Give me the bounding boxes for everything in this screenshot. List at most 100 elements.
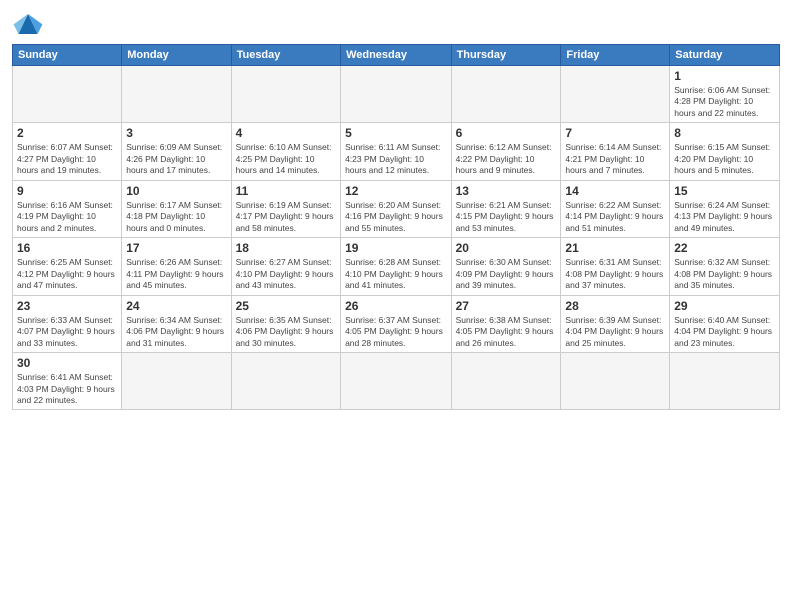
- day-info: Sunrise: 6:30 AM Sunset: 4:09 PM Dayligh…: [456, 257, 557, 291]
- calendar-cell: 13 Sunrise: 6:21 AM Sunset: 4:15 PM Dayli…: [451, 180, 561, 237]
- calendar-cell: 25Sunrise: 6:35 AM Sunset: 4:06 PM Dayli…: [231, 295, 340, 352]
- calendar-cell: 7 Sunrise: 6:14 AM Sunset: 4:21 PM Daylig…: [561, 123, 670, 180]
- calendar-cell: 30 Sunrise: 6:41 AM Sunset: 4:03 PM Dayli…: [13, 353, 122, 410]
- day-number: 1: [674, 69, 775, 83]
- calendar-col-header: Saturday: [670, 45, 780, 66]
- day-number: 20: [456, 241, 557, 255]
- calendar-col-header: Friday: [561, 45, 670, 66]
- day-number: 22: [674, 241, 775, 255]
- day-number: 6: [456, 126, 557, 140]
- calendar-cell: [561, 353, 670, 410]
- calendar-cell: 8 Sunrise: 6:15 AM Sunset: 4:20 PM Daylig…: [670, 123, 780, 180]
- day-number: 4: [236, 126, 336, 140]
- calendar-week-row: 30 Sunrise: 6:41 AM Sunset: 4:03 PM Dayli…: [13, 353, 780, 410]
- calendar-cell: 29 Sunrise: 6:40 AM Sunset: 4:04 PM Dayli…: [670, 295, 780, 352]
- calendar-cell: 11Sunrise: 6:19 AM Sunset: 4:17 PM Dayli…: [231, 180, 340, 237]
- calendar-cell: 14 Sunrise: 6:22 AM Sunset: 4:14 PM Dayli…: [561, 180, 670, 237]
- day-info: Sunrise: 6:37 AM Sunset: 4:05 PM Dayligh…: [345, 315, 447, 349]
- day-info: Sunrise: 6:06 AM Sunset: 4:28 PM Dayligh…: [674, 85, 775, 119]
- day-number: 7: [565, 126, 665, 140]
- day-number: 10: [126, 184, 226, 198]
- day-info: Sunrise: 6:26 AM Sunset: 4:11 PM Dayligh…: [126, 257, 226, 291]
- day-number: 23: [17, 299, 117, 313]
- calendar-cell: 26Sunrise: 6:37 AM Sunset: 4:05 PM Dayli…: [341, 295, 452, 352]
- calendar-cell: [231, 353, 340, 410]
- calendar-cell: 23 Sunrise: 6:33 AM Sunset: 4:07 PM Dayli…: [13, 295, 122, 352]
- day-number: 3: [126, 126, 226, 140]
- calendar: SundayMondayTuesdayWednesdayThursdayFrid…: [12, 44, 780, 410]
- page: SundayMondayTuesdayWednesdayThursdayFrid…: [0, 0, 792, 612]
- day-info: Sunrise: 6:15 AM Sunset: 4:20 PM Dayligh…: [674, 142, 775, 176]
- header: [12, 10, 780, 38]
- day-number: 13: [456, 184, 557, 198]
- day-info: Sunrise: 6:39 AM Sunset: 4:04 PM Dayligh…: [565, 315, 665, 349]
- calendar-col-header: Monday: [122, 45, 231, 66]
- day-info: Sunrise: 6:33 AM Sunset: 4:07 PM Dayligh…: [17, 315, 117, 349]
- calendar-cell: 2 Sunrise: 6:07 AM Sunset: 4:27 PM Daylig…: [13, 123, 122, 180]
- calendar-cell: 3 Sunrise: 6:09 AM Sunset: 4:26 PM Daylig…: [122, 123, 231, 180]
- day-number: 16: [17, 241, 117, 255]
- day-number: 25: [236, 299, 336, 313]
- calendar-cell: [561, 66, 670, 123]
- day-info: Sunrise: 6:11 AM Sunset: 4:23 PM Dayligh…: [345, 142, 447, 176]
- calendar-cell: 1 Sunrise: 6:06 AM Sunset: 4:28 PM Daylig…: [670, 66, 780, 123]
- calendar-cell: [670, 353, 780, 410]
- day-info: Sunrise: 6:27 AM Sunset: 4:10 PM Dayligh…: [236, 257, 336, 291]
- day-info: Sunrise: 6:07 AM Sunset: 4:27 PM Dayligh…: [17, 142, 117, 176]
- calendar-cell: 10 Sunrise: 6:17 AM Sunset: 4:18 PM Dayli…: [122, 180, 231, 237]
- calendar-cell: [341, 66, 452, 123]
- day-number: 2: [17, 126, 117, 140]
- calendar-cell: 4Sunrise: 6:10 AM Sunset: 4:25 PM Daylig…: [231, 123, 340, 180]
- day-info: Sunrise: 6:41 AM Sunset: 4:03 PM Dayligh…: [17, 372, 117, 406]
- calendar-cell: 12Sunrise: 6:20 AM Sunset: 4:16 PM Dayli…: [341, 180, 452, 237]
- day-info: Sunrise: 6:25 AM Sunset: 4:12 PM Dayligh…: [17, 257, 117, 291]
- calendar-cell: [451, 353, 561, 410]
- day-number: 21: [565, 241, 665, 255]
- calendar-col-header: Tuesday: [231, 45, 340, 66]
- day-number: 9: [17, 184, 117, 198]
- calendar-cell: 16 Sunrise: 6:25 AM Sunset: 4:12 PM Dayli…: [13, 238, 122, 295]
- day-info: Sunrise: 6:24 AM Sunset: 4:13 PM Dayligh…: [674, 200, 775, 234]
- calendar-cell: [451, 66, 561, 123]
- day-info: Sunrise: 6:21 AM Sunset: 4:15 PM Dayligh…: [456, 200, 557, 234]
- day-info: Sunrise: 6:28 AM Sunset: 4:10 PM Dayligh…: [345, 257, 447, 291]
- calendar-cell: 27Sunrise: 6:38 AM Sunset: 4:05 PM Dayli…: [451, 295, 561, 352]
- day-info: Sunrise: 6:14 AM Sunset: 4:21 PM Dayligh…: [565, 142, 665, 176]
- calendar-col-header: Thursday: [451, 45, 561, 66]
- calendar-cell: 24 Sunrise: 6:34 AM Sunset: 4:06 PM Dayli…: [122, 295, 231, 352]
- day-info: Sunrise: 6:38 AM Sunset: 4:05 PM Dayligh…: [456, 315, 557, 349]
- calendar-col-header: Wednesday: [341, 45, 452, 66]
- day-number: 15: [674, 184, 775, 198]
- calendar-week-row: 23 Sunrise: 6:33 AM Sunset: 4:07 PM Dayli…: [13, 295, 780, 352]
- calendar-cell: [341, 353, 452, 410]
- day-info: Sunrise: 6:40 AM Sunset: 4:04 PM Dayligh…: [674, 315, 775, 349]
- day-info: Sunrise: 6:34 AM Sunset: 4:06 PM Dayligh…: [126, 315, 226, 349]
- calendar-cell: 9Sunrise: 6:16 AM Sunset: 4:19 PM Daylig…: [13, 180, 122, 237]
- day-number: 8: [674, 126, 775, 140]
- day-info: Sunrise: 6:09 AM Sunset: 4:26 PM Dayligh…: [126, 142, 226, 176]
- calendar-cell: 5Sunrise: 6:11 AM Sunset: 4:23 PM Daylig…: [341, 123, 452, 180]
- calendar-cell: 28Sunrise: 6:39 AM Sunset: 4:04 PM Dayli…: [561, 295, 670, 352]
- calendar-cell: 6 Sunrise: 6:12 AM Sunset: 4:22 PM Daylig…: [451, 123, 561, 180]
- calendar-cell: [13, 66, 122, 123]
- day-info: Sunrise: 6:12 AM Sunset: 4:22 PM Dayligh…: [456, 142, 557, 176]
- day-number: 24: [126, 299, 226, 313]
- calendar-header-row: SundayMondayTuesdayWednesdayThursdayFrid…: [13, 45, 780, 66]
- logo-icon: [12, 10, 44, 38]
- logo: [12, 10, 48, 38]
- calendar-cell: 20 Sunrise: 6:30 AM Sunset: 4:09 PM Dayli…: [451, 238, 561, 295]
- day-number: 19: [345, 241, 447, 255]
- day-number: 30: [17, 356, 117, 370]
- calendar-week-row: 1 Sunrise: 6:06 AM Sunset: 4:28 PM Daylig…: [13, 66, 780, 123]
- day-number: 12: [345, 184, 447, 198]
- day-number: 29: [674, 299, 775, 313]
- day-number: 14: [565, 184, 665, 198]
- calendar-week-row: 2 Sunrise: 6:07 AM Sunset: 4:27 PM Daylig…: [13, 123, 780, 180]
- calendar-cell: 15 Sunrise: 6:24 AM Sunset: 4:13 PM Dayli…: [670, 180, 780, 237]
- calendar-cell: 19 Sunrise: 6:28 AM Sunset: 4:10 PM Dayli…: [341, 238, 452, 295]
- calendar-week-row: 16 Sunrise: 6:25 AM Sunset: 4:12 PM Dayli…: [13, 238, 780, 295]
- day-info: Sunrise: 6:19 AM Sunset: 4:17 PM Dayligh…: [236, 200, 336, 234]
- day-number: 17: [126, 241, 226, 255]
- day-info: Sunrise: 6:22 AM Sunset: 4:14 PM Dayligh…: [565, 200, 665, 234]
- day-info: Sunrise: 6:17 AM Sunset: 4:18 PM Dayligh…: [126, 200, 226, 234]
